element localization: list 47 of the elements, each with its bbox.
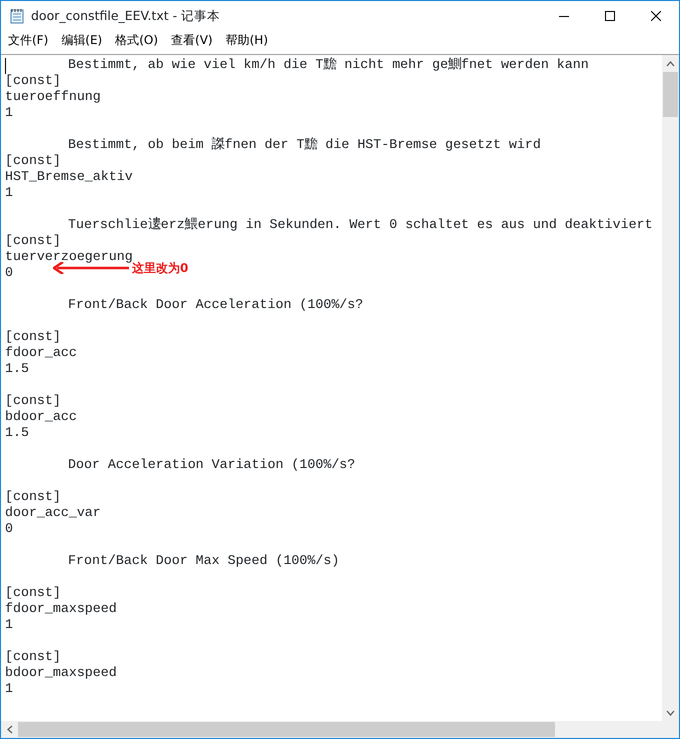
text-line: 0 [5,521,13,536]
chevron-up-icon [666,60,675,66]
text-line: Door Acceleration Variation (100%/s? [68,457,356,472]
text-cursor [5,58,6,74]
text-line: [const] [5,233,61,248]
text-line: [const] [5,649,61,664]
chevron-down-icon [666,710,675,716]
text-line: bdoor_maxspeed [5,665,117,680]
text-line: fdoor_maxspeed [5,601,117,616]
text-line: 1.5 [5,361,29,376]
text-line: fdoor_acc [5,345,77,360]
text-line: Front/Back Door Acceleration (100%/s? [68,297,364,312]
chevron-left-icon [6,725,12,734]
text-line: [const] [5,73,61,88]
close-icon [651,11,661,21]
arrow-icon [53,262,129,274]
text-line: 1 [5,617,13,632]
text-line: tuerverzoegerung [5,249,133,264]
vertical-scrollbar-thumb[interactable] [663,72,678,117]
maximize-icon [605,11,615,21]
text-line: 0 [5,265,13,280]
horizontal-scrollbar-thumb[interactable] [18,722,555,737]
text-line: [const] [5,393,61,408]
window-title: door_constfile_EEV.txt - 记事本 [30,6,222,25]
text-line: door_acc_var [5,505,101,520]
menu-item[interactable]: 帮助(H) [218,31,275,50]
text-line: [const] [5,489,61,504]
text-line: 1 [5,185,13,200]
text-line: Bestimmt, ab wie viel km/h die T黵 nicht mehr ge鰂fnet werden kann [68,57,589,72]
text-line: [const] [5,585,61,600]
menu-item[interactable]: 编辑(E) [54,31,110,50]
text-line: bdoor_acc [5,409,77,424]
annotation-text: 这里改为0 [132,260,188,276]
menu-item[interactable]: 文件(F) [1,31,56,50]
text-line: [const] [5,329,61,344]
menu-item[interactable]: 查看(V) [164,31,220,50]
text-line: tueroeffnung [5,89,101,104]
text-line: 1 [5,681,13,696]
text-line: 1.5 [5,425,29,440]
text-line: 1 [5,105,13,120]
notepad-icon [9,8,25,24]
text-line: Bestimmt, ob beim 謋fnen der T黵 die HST-Bremse gesetzt wird [68,137,541,152]
menu-item[interactable]: 格式(O) [108,31,166,50]
text-line: HST_Bremse_aktiv [5,169,133,184]
text-line: [const] [5,153,61,168]
text-line: Front/Back Door Max Speed (100%/s) [68,553,340,568]
text-line: Tuerschlie遱erz鰃erung in Sekunden. Wert 0 schaltet es aus und deaktiviert [68,217,653,232]
